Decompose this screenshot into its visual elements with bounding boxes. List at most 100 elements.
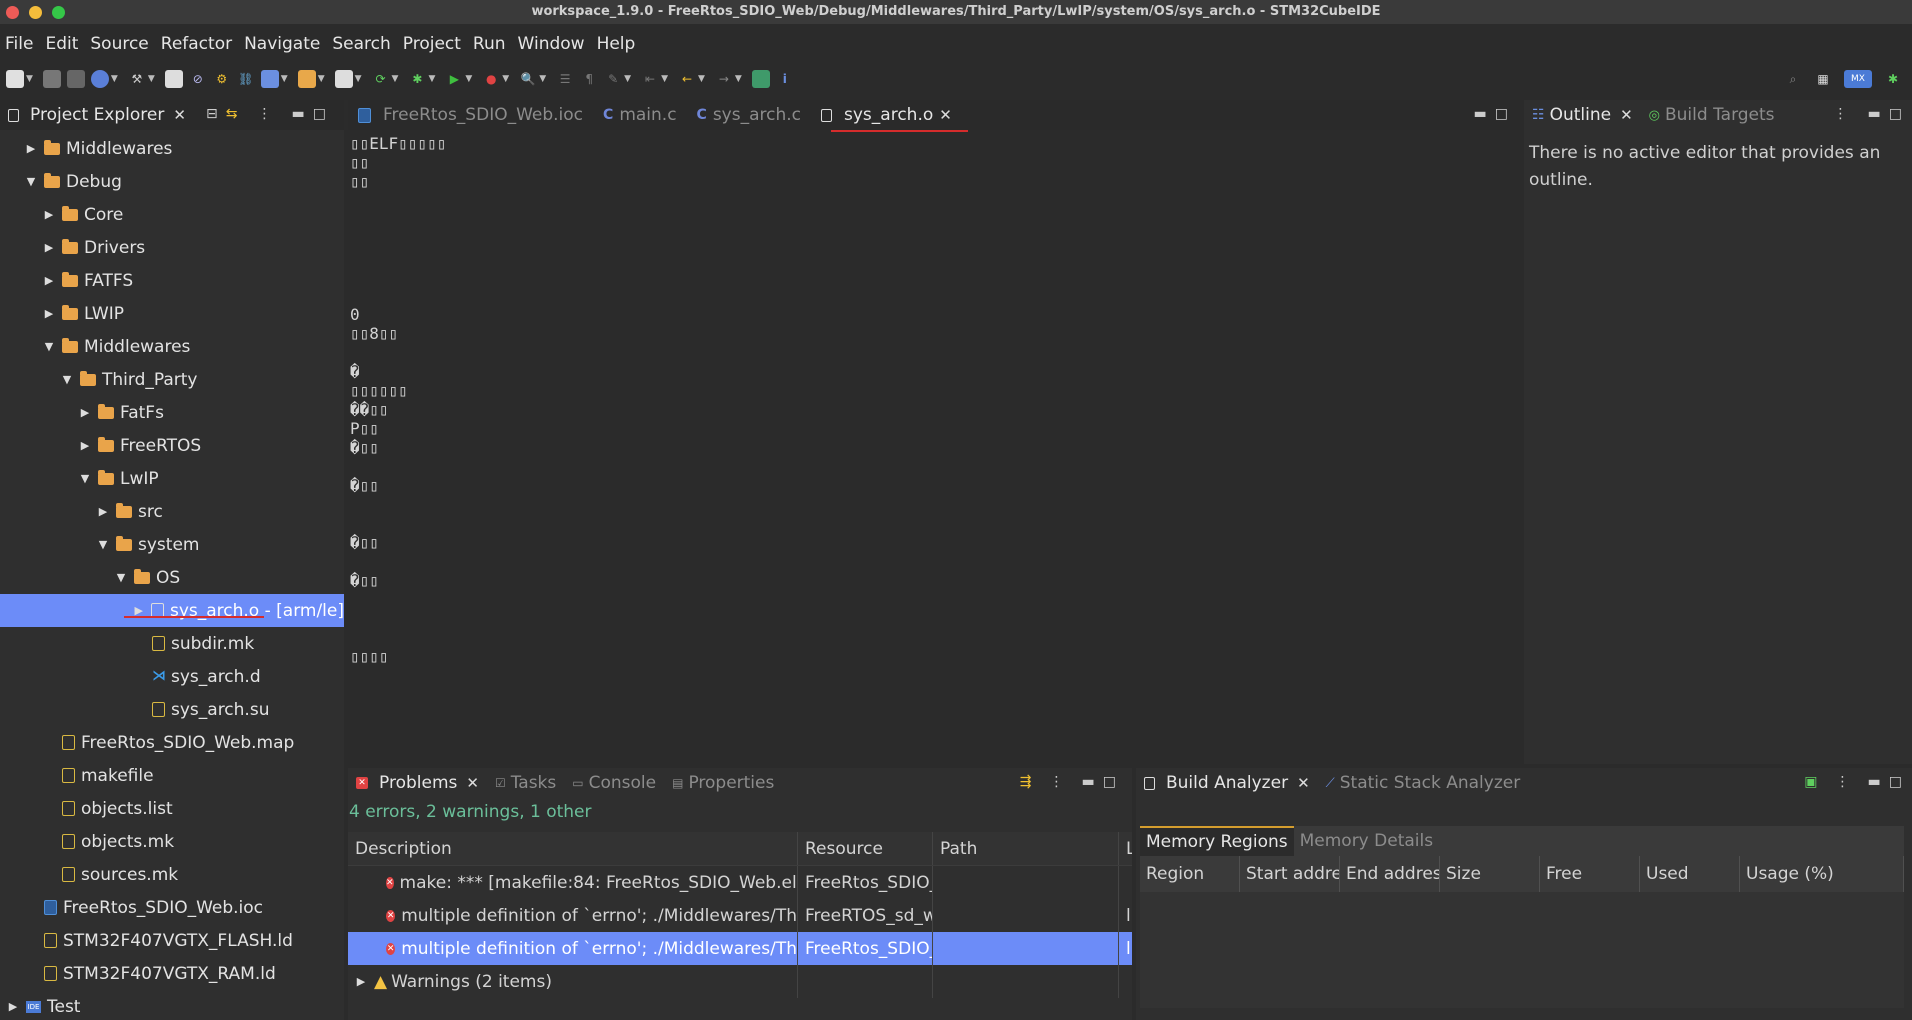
new-class-icon[interactable] <box>260 70 279 88</box>
save-all-icon[interactable] <box>66 70 85 88</box>
paragraph-icon[interactable]: ¶ <box>580 70 598 88</box>
chevron-right-icon[interactable]: ▶ <box>42 241 56 254</box>
new-file-icon[interactable] <box>334 70 353 88</box>
cube-mx-perspective-icon[interactable]: MX <box>1844 70 1872 88</box>
chevron-right-icon[interactable]: ▶ <box>42 208 56 221</box>
refresh-icon[interactable]: ⟳ <box>372 70 390 88</box>
tree-item[interactable]: STM32F407VGTX_RAM.ld <box>0 957 344 990</box>
chevron-right-icon[interactable]: ▶ <box>42 274 56 287</box>
chevron-right-icon[interactable]: ▶ <box>96 505 110 518</box>
back-arrow-icon[interactable]: ← <box>678 70 696 88</box>
column-location[interactable]: L <box>1119 832 1132 865</box>
search-folder-icon[interactable]: 🔍 <box>519 70 537 88</box>
menu-search[interactable]: Search <box>332 34 398 54</box>
view-menu-icon[interactable]: ⋮ <box>1050 774 1064 790</box>
tree-item[interactable]: ▶ Core <box>0 198 344 231</box>
new-folder-icon[interactable] <box>297 70 316 88</box>
file-icon[interactable] <box>164 70 183 88</box>
close-icon[interactable]: ✕ <box>1297 774 1310 792</box>
stm32-device-icon[interactable] <box>751 70 770 88</box>
collapse-all-icon[interactable]: ⊟ <box>206 106 218 122</box>
menu-window[interactable]: Window <box>518 34 593 54</box>
chevron-right-icon[interactable]: ▶ <box>78 439 92 452</box>
warnings-group[interactable]: ▶ ▲ Warnings (2 items) <box>348 965 1132 998</box>
gear-icon[interactable]: ⚙ <box>213 70 231 88</box>
tab-project-explorer[interactable]: Project Explorer ✕ <box>0 100 194 130</box>
memory-column-header[interactable]: Free <box>1540 856 1640 892</box>
tree-item[interactable]: FreeRtos_SDIO_Web.map <box>0 726 344 759</box>
tree-item[interactable]: ▶ FatFs <box>0 396 344 429</box>
tab-memory-details[interactable]: Memory Details <box>1294 826 1439 856</box>
tab-problems[interactable]: ✕ Problems ✕ <box>348 768 487 798</box>
tree-item[interactable]: ⋊ sys_arch.d <box>0 660 344 693</box>
tree-item[interactable]: ▼ OS <box>0 561 344 594</box>
chevron-right-icon[interactable]: ▶ <box>42 307 56 320</box>
debug-perspective-icon[interactable]: ✱ <box>1884 70 1902 88</box>
new-icon[interactable] <box>6 70 24 88</box>
menu-navigate[interactable]: Navigate <box>244 34 328 54</box>
chevron-down-icon[interactable]: ▼ <box>78 472 92 485</box>
chevron-down-icon[interactable]: ▼ <box>24 175 38 188</box>
maximize-icon[interactable]: □ <box>1889 106 1902 122</box>
run-icon[interactable]: ▶ <box>445 70 463 88</box>
tab-build-targets[interactable]: ◎ Build Targets <box>1641 100 1783 130</box>
tab-memory-regions[interactable]: Memory Regions <box>1140 826 1294 856</box>
maximize-icon[interactable]: □ <box>1889 774 1902 790</box>
tree-item[interactable]: objects.list <box>0 792 344 825</box>
tree-item[interactable]: sources.mk <box>0 858 344 891</box>
close-icon[interactable]: ✕ <box>1620 106 1633 124</box>
chevron-down-icon[interactable]: ▼ <box>114 571 128 584</box>
chevron-down-icon[interactable]: ▼ <box>60 373 74 386</box>
menu-source[interactable]: Source <box>90 34 156 54</box>
column-resource[interactable]: Resource <box>798 832 933 865</box>
tree-item[interactable]: ▼ Middlewares <box>0 330 344 363</box>
view-menu-icon[interactable]: ⋮ <box>1836 774 1850 790</box>
tab-console[interactable]: ▭ Console <box>564 768 664 798</box>
editor-tab[interactable]: Cmain.c <box>593 100 687 130</box>
memory-column-header[interactable]: End addres <box>1340 856 1440 892</box>
filter-icon[interactable]: ⇶ <box>1020 774 1032 790</box>
minimize-icon[interactable]: ▬ <box>291 106 304 122</box>
tree-item[interactable]: ▶ IDE Test <box>0 990 344 1020</box>
chevron-right-icon[interactable]: ▶ <box>24 142 38 155</box>
problem-row[interactable]: ✕ make: *** [makefile:84: FreeRtos_SDIO_W… <box>348 866 1132 899</box>
minimize-icon[interactable]: ▬ <box>1868 774 1881 790</box>
tree-item[interactable]: ▶ LWIP <box>0 297 344 330</box>
view-menu-icon[interactable]: ⋮ <box>1834 106 1848 122</box>
tree-item[interactable]: ▶ sys_arch.o - [arm/le] <box>0 594 344 627</box>
minimize-icon[interactable]: ▬ <box>1082 774 1095 790</box>
memory-column-header[interactable]: Used <box>1640 856 1740 892</box>
view-menu-icon[interactable]: ⋮ <box>257 106 271 122</box>
tree-item[interactable]: ▶ Middlewares <box>0 132 344 165</box>
debug-config-icon[interactable] <box>90 70 109 88</box>
tree-item[interactable]: ▶ src <box>0 495 344 528</box>
perspective-add-icon[interactable]: ▦ <box>1814 70 1832 88</box>
chevron-down-icon[interactable]: ▼ <box>96 538 110 551</box>
memory-column-header[interactable]: Usage (%) <box>1740 856 1904 892</box>
tree-item[interactable]: ▶ FreeRTOS <box>0 429 344 462</box>
tab-build-analyzer[interactable]: Build Analyzer ✕ <box>1136 768 1318 798</box>
refresh-icon[interactable]: ▣ <box>1804 774 1817 790</box>
maximize-icon[interactable]: □ <box>313 106 326 122</box>
menu-run[interactable]: Run <box>473 34 514 54</box>
search-icon[interactable]: ⌕ <box>1784 70 1802 88</box>
tree-item[interactable]: makefile <box>0 759 344 792</box>
tab-properties[interactable]: ▤ Properties <box>664 768 782 798</box>
close-icon[interactable]: ✕ <box>939 106 952 124</box>
tree-item[interactable]: FreeRtos_SDIO_Web.ioc <box>0 891 344 924</box>
chevron-down-icon[interactable]: ▼ <box>42 340 56 353</box>
minimize-icon[interactable]: ▬ <box>1868 106 1881 122</box>
annotation-icon[interactable]: ✎ <box>604 70 622 88</box>
menu-project[interactable]: Project <box>403 34 469 54</box>
link-editor-icon[interactable]: ⇆ <box>226 106 238 122</box>
build-hammer-icon[interactable]: ⚒ <box>128 70 146 88</box>
memory-column-header[interactable]: Start addre <box>1240 856 1340 892</box>
memory-column-header[interactable]: Region <box>1140 856 1240 892</box>
tree-item[interactable]: ▼ Debug <box>0 165 344 198</box>
memory-column-header[interactable]: Size <box>1440 856 1540 892</box>
chevron-right-icon[interactable]: ▶ <box>354 975 368 988</box>
chevron-right-icon[interactable]: ▶ <box>6 1000 20 1013</box>
tree-item[interactable]: ▶ Drivers <box>0 231 344 264</box>
tab-outline[interactable]: ☷ Outline ✕ <box>1524 100 1641 130</box>
column-description[interactable]: Description <box>348 832 798 865</box>
